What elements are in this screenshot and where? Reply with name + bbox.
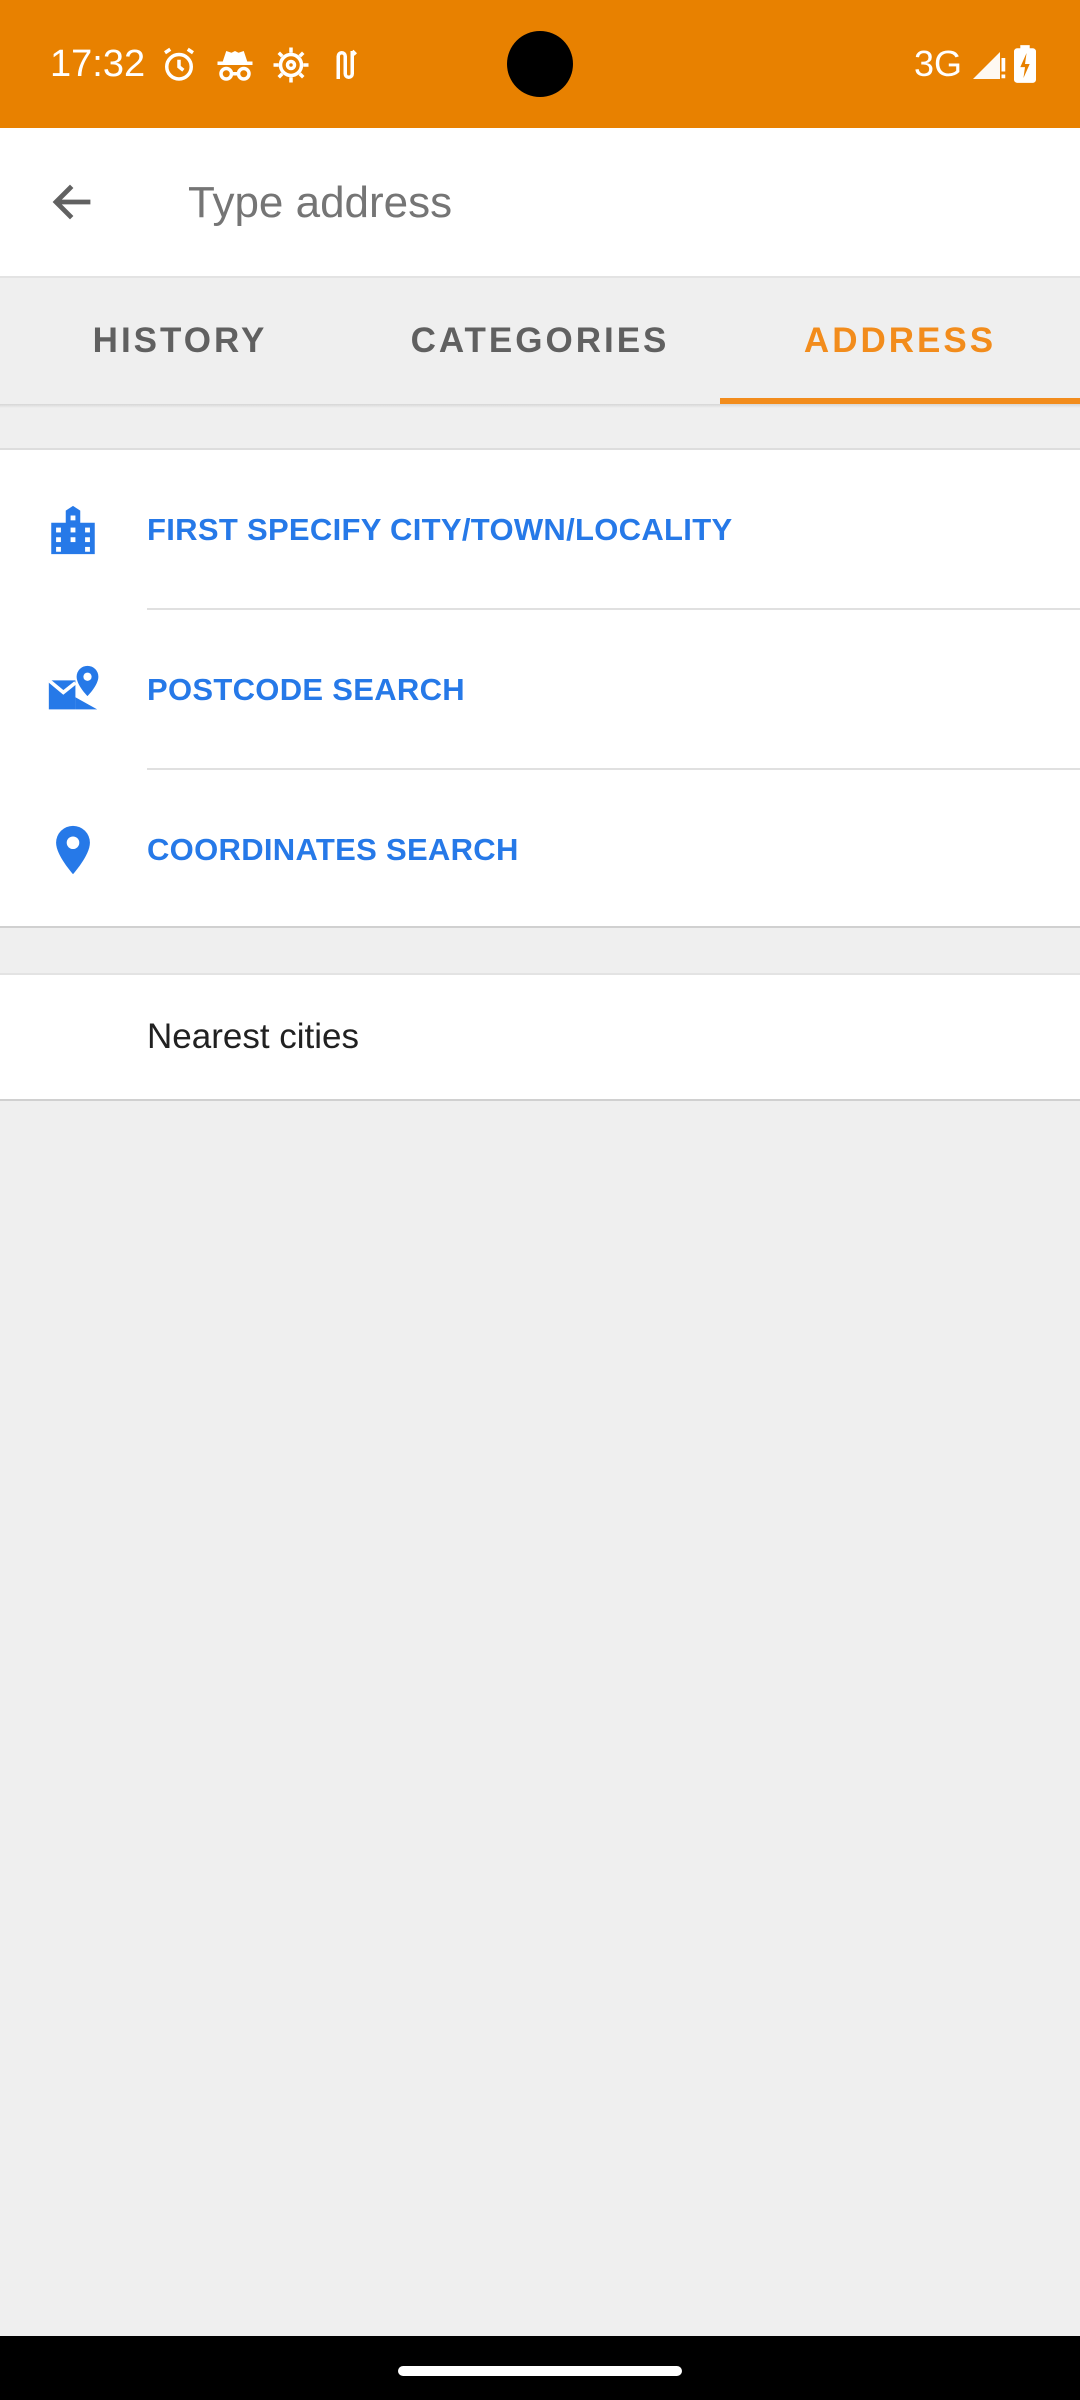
coordinates-search-row[interactable]: COORDINATES SEARCH xyxy=(0,770,1080,930)
signal-icon xyxy=(973,52,1006,79)
location-pin-icon xyxy=(56,825,90,875)
status-time: 17:32 xyxy=(50,43,146,85)
search-toolbar xyxy=(0,128,1080,276)
status-icons-right: 3G xyxy=(914,42,1036,86)
back-button[interactable] xyxy=(36,166,108,238)
settings-gear-icon xyxy=(273,47,309,83)
alarm-icon xyxy=(164,47,194,81)
battery-charging-icon xyxy=(1014,45,1036,83)
tab-bar: HISTORY CATEGORIES ADDRESS xyxy=(0,276,1080,404)
nearest-cities-label: Nearest cities xyxy=(147,1017,360,1056)
navigation-bar xyxy=(0,2336,1080,2400)
status-bar: 17:32 3G xyxy=(0,0,1080,128)
postcode-search-row[interactable]: POSTCODE SEARCH xyxy=(0,610,1080,770)
nearest-cities-row[interactable]: Nearest cities xyxy=(0,973,1080,1101)
gesture-icon xyxy=(336,49,357,79)
tab-bar-shadow xyxy=(0,404,1080,408)
status-icons-left xyxy=(158,44,368,86)
home-gesture-handle[interactable] xyxy=(398,2366,682,2376)
tab-address[interactable]: ADDRESS xyxy=(720,278,1080,404)
map-pin-envelope-icon xyxy=(47,665,99,710)
network-type: 3G xyxy=(913,43,962,84)
camera-cutout xyxy=(507,31,573,97)
specify-city-row[interactable]: FIRST SPECIFY CITY/TOWN/LOCALITY xyxy=(0,450,1080,610)
coordinates-search-label: COORDINATES SEARCH xyxy=(147,832,519,867)
incognito-icon xyxy=(217,51,253,81)
address-search-input[interactable] xyxy=(188,168,1048,238)
tab-categories[interactable]: CATEGORIES xyxy=(360,278,720,404)
postcode-search-label: POSTCODE SEARCH xyxy=(147,672,465,707)
address-options-card: FIRST SPECIFY CITY/TOWN/LOCALITY POSTCOD… xyxy=(0,448,1080,928)
specify-city-label: FIRST SPECIFY CITY/TOWN/LOCALITY xyxy=(147,512,733,547)
arrow-left-icon xyxy=(52,184,91,220)
tab-history[interactable]: HISTORY xyxy=(0,278,360,404)
city-buildings-icon xyxy=(51,505,95,555)
